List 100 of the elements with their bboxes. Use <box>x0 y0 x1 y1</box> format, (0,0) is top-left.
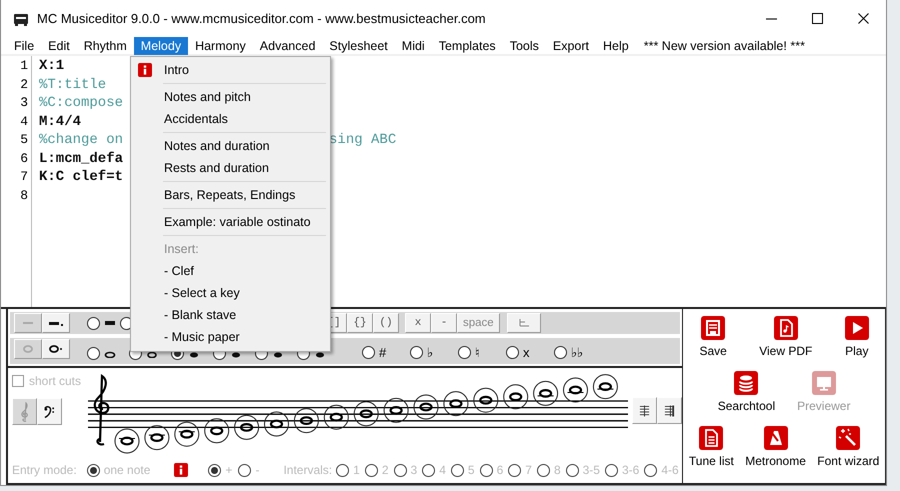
menu-entry[interactable]: Rests and duration <box>131 157 330 179</box>
menu-item[interactable]: Export <box>546 36 596 54</box>
bass-clef-icon <box>44 404 55 418</box>
radio-button[interactable] <box>410 346 423 359</box>
menu-item[interactable]: Advanced <box>252 36 322 54</box>
entry-mode-label: Entry mode: <box>12 463 77 477</box>
radio-button[interactable] <box>362 346 375 359</box>
line-number: 6 <box>19 150 29 168</box>
symbol-button[interactable]: x <box>405 313 431 333</box>
menu-item[interactable]: Melody <box>134 36 188 54</box>
menu-heading: Insert: <box>163 241 200 258</box>
whole-note-icon <box>48 345 64 353</box>
menu-entry[interactable]: Bars, Repeats, Endings <box>131 184 330 206</box>
code-line: K:C clef=t <box>39 168 124 186</box>
toolbar-button[interactable]: View PDF <box>759 316 812 371</box>
radio-label: 3-5 <box>582 463 600 477</box>
bar-lines-icon <box>639 404 650 418</box>
menu-entry[interactable]: Notes and pitch <box>131 86 330 108</box>
radio-button[interactable] <box>458 346 471 359</box>
rest-icon <box>20 319 36 327</box>
accidental-label: # <box>379 345 388 360</box>
toolbar-button[interactable]: Searchtool <box>718 371 776 426</box>
radio-label: one note <box>104 463 150 477</box>
radio-button[interactable] <box>506 346 519 359</box>
update-notice[interactable]: *** New version available! *** <box>644 38 805 52</box>
staff-drawing[interactable] <box>88 372 628 456</box>
document-icon <box>774 316 798 340</box>
align-icon <box>518 318 530 328</box>
code-line: X:1 <box>39 57 64 76</box>
radio-button[interactable] <box>87 347 100 360</box>
whole-note-icon <box>20 345 36 353</box>
toolbar-button[interactable]: Tune list <box>688 426 734 481</box>
checkbox-label: short cuts <box>29 374 82 388</box>
menu-entry[interactable]: Accidentals <box>131 108 330 130</box>
note-icon <box>188 350 200 358</box>
line-number: 3 <box>19 94 29 112</box>
menu-item[interactable]: Midi <box>394 36 432 54</box>
code-line: M:4/4 <box>39 112 82 131</box>
menu-item[interactable]: Stylesheet <box>322 36 395 54</box>
menu-entry[interactable]: - Clef <box>131 260 330 282</box>
maximize-button[interactable] <box>812 13 822 24</box>
code-line: sing ABC <box>329 131 396 150</box>
line-number: 7 <box>19 168 29 186</box>
end-bar-icon <box>664 404 675 418</box>
note-icon <box>230 350 242 358</box>
half-note-icon <box>146 350 158 358</box>
close-button[interactable] <box>858 13 868 24</box>
bracket-button[interactable]: () <box>373 313 399 333</box>
window-title: MC Musiceditor 9.0.0 - www.mcmusiceditor.com - www.bestmusicteacher.com <box>37 11 487 26</box>
accidental-label: ♭ <box>427 345 434 360</box>
line-number: 8 <box>19 186 29 204</box>
menu-item[interactable]: Edit <box>41 36 77 54</box>
line-number: 1 <box>19 57 29 75</box>
line-number: 2 <box>19 76 29 94</box>
app-icon <box>13 12 29 26</box>
menu-entry[interactable]: Intro <box>131 59 330 81</box>
toolbar-button[interactable]: Metronome <box>745 426 806 481</box>
bar-button[interactable] <box>657 397 682 424</box>
rest-icon <box>48 319 64 327</box>
menu-item[interactable]: Rhythm <box>76 36 134 54</box>
symbol-button[interactable]: - <box>431 313 457 333</box>
clef-button[interactable] <box>37 398 62 425</box>
radio-label: 2 <box>382 463 388 477</box>
intervals-label: Intervals: <box>283 463 332 477</box>
info-icon[interactable] <box>174 463 188 477</box>
line-number: 4 <box>19 112 29 130</box>
menu-item[interactable]: Help <box>596 36 636 54</box>
align-button[interactable] <box>506 313 541 333</box>
treble-clef-icon <box>20 402 30 422</box>
play-icon <box>844 316 869 340</box>
menu-item[interactable]: File <box>7 36 42 54</box>
code-line: %C:compose <box>39 94 124 112</box>
menu-item[interactable]: Templates <box>432 36 503 54</box>
toolbar-button[interactable]: Play <box>844 316 869 371</box>
menu-item[interactable]: Tools <box>502 36 546 54</box>
menu-entry[interactable]: - Select a key <box>131 282 330 304</box>
database-icon <box>734 371 758 395</box>
menu-entry[interactable]: Notes and duration <box>131 135 330 157</box>
code-line: L:mcm_defa <box>39 150 124 168</box>
toolbar-button[interactable]: Save <box>699 316 727 371</box>
save-icon <box>701 316 726 340</box>
code-line: %change on <box>39 131 124 150</box>
toolbar-button[interactable]: Font wizard <box>817 426 880 481</box>
metronome-icon <box>764 426 788 450</box>
radio-button[interactable] <box>87 316 100 330</box>
menu-entry[interactable]: Example: variable ostinato <box>131 211 330 233</box>
bar-button[interactable] <box>632 397 657 424</box>
radio-label: 4 <box>439 463 446 477</box>
radio-label: 5 <box>468 463 475 477</box>
document-icon <box>699 426 724 450</box>
accidental-label: ♭♭ <box>571 345 584 360</box>
toggle-button[interactable] <box>42 313 70 333</box>
radio-label: - <box>255 463 260 477</box>
radio-label: 6 <box>496 463 504 477</box>
accidental-label: ♮ <box>475 345 481 360</box>
menu-item[interactable]: Harmony <box>188 36 253 54</box>
line-number: 5 <box>19 131 29 149</box>
toggle-button[interactable] <box>42 339 70 359</box>
bracket-button[interactable]: {} <box>347 313 373 333</box>
radio-button[interactable] <box>554 346 567 359</box>
